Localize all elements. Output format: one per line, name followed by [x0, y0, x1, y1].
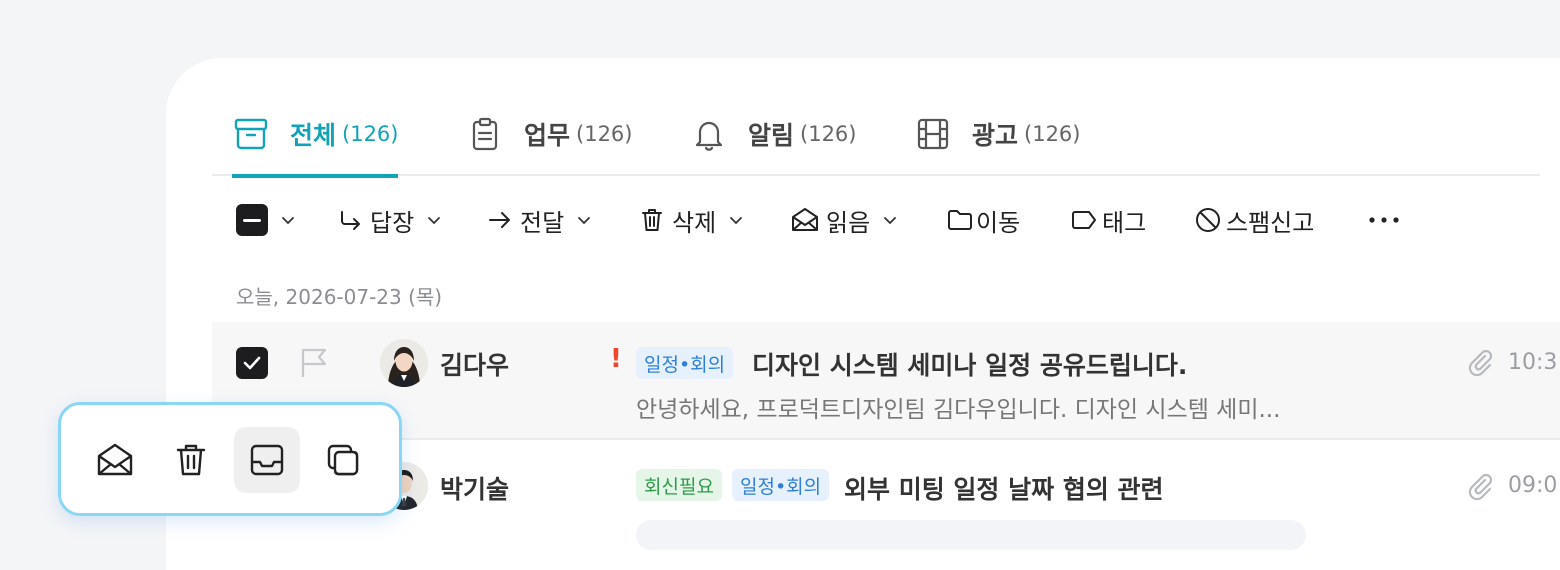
chevron-down-icon — [282, 217, 294, 224]
envelope-open-icon — [792, 208, 818, 231]
forward-label: 전달 — [520, 208, 565, 237]
move-button[interactable]: 이동 — [946, 198, 1020, 242]
tab-all-label: 전체 — [290, 121, 337, 150]
tab-ads-count: (126) — [1024, 122, 1081, 146]
chevron-down-icon — [428, 217, 441, 224]
mail-time: 09:0 — [1508, 473, 1558, 498]
forward-button[interactable]: 전달 — [486, 198, 592, 242]
mail-preview: 안녕하세요, 프로덕트디자인팀 김다우입니다. 디자인 시스템 세미... — [636, 397, 1281, 423]
preview-placeholder — [636, 520, 1306, 550]
tag-button[interactable]: 태그 — [1070, 198, 1146, 242]
select-all-dropdown[interactable] — [236, 198, 296, 242]
tab-work-label: 업무 — [524, 121, 571, 150]
trash-icon — [176, 444, 206, 476]
tab-work[interactable]: 업무 (126) — [466, 92, 632, 176]
reply-label: 답장 — [370, 208, 415, 237]
tag-label: 태그 — [1102, 208, 1147, 237]
reply-button[interactable]: 답장 — [336, 198, 442, 242]
block-icon — [1196, 208, 1220, 232]
select-all-checkbox[interactable] — [236, 204, 268, 236]
quick-actions-popover — [58, 402, 402, 516]
chevron-down-icon — [730, 217, 743, 224]
tag-badge: 일정•회의 — [636, 347, 734, 379]
tab-alerts-count: (126) — [800, 122, 857, 146]
mail-row[interactable]: 김다우 ! 일정•회의 디자인 시스템 세미나 일정 공유드립니다. 안녕하세요… — [212, 322, 1560, 440]
chevron-down-icon — [578, 217, 591, 224]
more-button[interactable] — [1366, 198, 1402, 242]
film-icon — [914, 115, 952, 153]
tab-ads-label: 광고 — [972, 121, 1019, 150]
tab-alerts[interactable]: 알림 (126) — [690, 92, 856, 176]
trash-icon — [642, 209, 662, 231]
inbox-tray-icon — [250, 444, 284, 476]
delete-button[interactable]: 삭제 — [638, 198, 744, 242]
copy-icon — [327, 444, 359, 476]
important-marker: ! — [610, 344, 622, 374]
mark-read-button[interactable]: 읽음 — [790, 198, 898, 242]
chevron-down-icon — [884, 217, 897, 224]
mail-toolbar: 답장 전달 삭제 읽음 이동 태그 스팸신고 — [236, 198, 1476, 242]
tab-alerts-label: 알림 — [748, 121, 795, 150]
sender-name: 김다우 — [440, 351, 510, 380]
attachment-icon — [1464, 346, 1496, 382]
archive-box-icon — [232, 115, 270, 153]
clipboard-icon — [466, 115, 504, 153]
flag-icon[interactable] — [298, 346, 332, 384]
envelope-open-icon — [97, 443, 133, 476]
mark-read-label: 읽음 — [826, 208, 871, 237]
tag-icon — [1072, 211, 1096, 229]
quick-move-inbox-button[interactable] — [234, 427, 300, 493]
arrow-right-icon — [489, 212, 510, 228]
delete-label: 삭제 — [672, 208, 717, 237]
quick-mark-read-button[interactable] — [82, 427, 148, 493]
tag-badge: 회신필요 — [636, 469, 722, 501]
report-spam-label: 스팸신고 — [1226, 208, 1315, 237]
checkmark-icon — [243, 356, 261, 370]
move-label: 이동 — [976, 208, 1021, 237]
quick-delete-button[interactable] — [158, 427, 224, 493]
tag-badge: 일정•회의 — [732, 469, 830, 501]
attachment-icon — [1464, 470, 1496, 506]
tab-all-count: (126) — [342, 122, 399, 146]
quick-copy-button[interactable] — [310, 427, 376, 493]
category-tabs: 전체 (126) 업무 (126) 알림 (126) 광고 (126) — [212, 92, 1540, 178]
mail-row[interactable]: 박기술 회신필요 일정•회의 외부 미팅 일정 날짜 협의 관련 09:0 — [212, 442, 1560, 570]
bell-icon — [690, 115, 728, 153]
mail-time: 10:3 — [1508, 350, 1558, 375]
row-checkbox[interactable] — [236, 347, 268, 379]
more-dots-icon — [1369, 217, 1399, 223]
report-spam-button[interactable]: 스팸신고 — [1194, 198, 1314, 242]
mail-subject: 디자인 시스템 세미나 일정 공유드립니다. — [752, 351, 1188, 380]
avatar — [380, 339, 428, 387]
folder-icon — [948, 210, 972, 230]
tab-ads[interactable]: 광고 (126) — [914, 92, 1080, 176]
date-header: 오늘, 2026-07-23 (목) — [236, 285, 443, 309]
tab-all[interactable]: 전체 (126) — [232, 92, 399, 178]
tab-work-count: (126) — [576, 122, 633, 146]
mail-subject: 외부 미팅 일정 날짜 협의 관련 — [844, 475, 1164, 504]
sender-name: 박기술 — [440, 475, 510, 504]
reply-arrow-icon — [341, 211, 360, 230]
